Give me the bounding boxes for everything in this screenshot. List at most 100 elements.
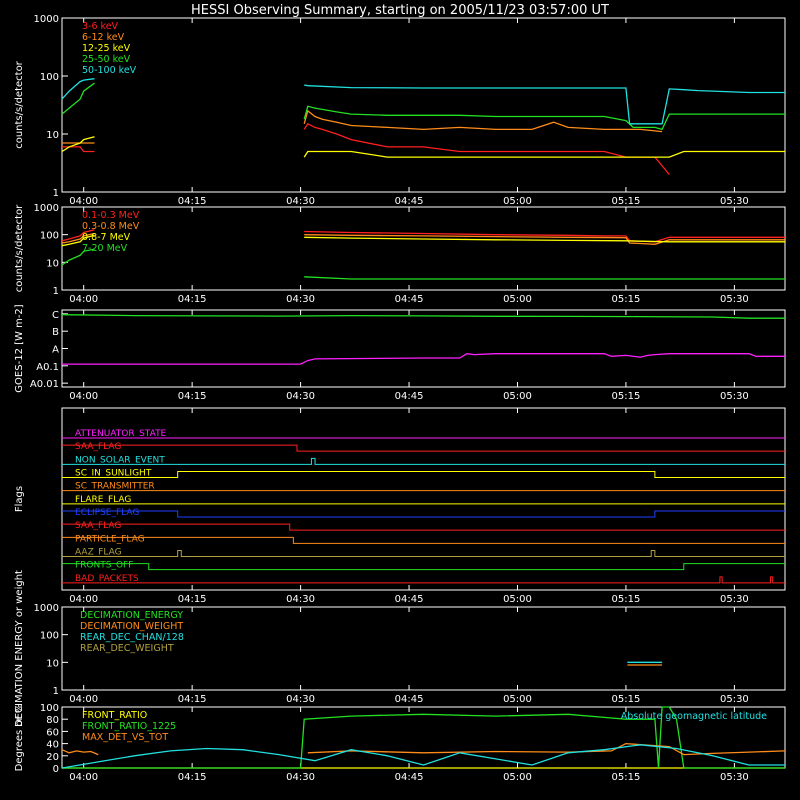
flag-line [62,563,785,571]
y-tick-label: 100 [40,72,59,83]
legend-entry: 0.8-7 MeV [82,232,131,243]
x-tick-label: 05:15 [612,196,641,207]
legend-entry: 12-25 keV [82,43,131,54]
panel-2: 04:00 04:15 04:30 04:45 05:00 05:15 05:30 1 10 10… [14,203,786,305]
flag-label: ECLIPSE_FLAG [75,508,139,518]
x-tick-label: 04:45 [395,772,424,783]
y-tick-label: 1000 [34,203,59,214]
y-axis-label: Flags [14,486,25,512]
x-tick-label: 05:15 [612,694,641,705]
y-tick-label: 100 [40,231,59,242]
y-tick-label: A0.01 [30,379,59,390]
x-tick-label: 04:00 [69,196,98,207]
x-tick-label: 04:30 [286,594,315,605]
y-tick-label: 100 [40,703,59,714]
x-tick-label: 04:15 [178,294,207,305]
x-tick-label: 05:15 [612,294,641,305]
x-tick-label: 04:45 [395,196,424,207]
x-tick-label: 05:00 [503,196,532,207]
panels: 04:00 04:15 04:30 04:45 05:00 05:15 05:3011010… [14,14,786,783]
x-tick-label: 04:15 [178,196,207,207]
hessi-summary-figure: HESSI Observing Summary, starting on 200… [14,3,786,783]
x-tick-label: 04:45 [395,294,424,305]
flag-label: SAA_FLAG [75,442,121,452]
flag-line [62,576,785,584]
series-line [62,109,663,144]
x-tick-label: 05:00 [503,594,532,605]
legend-entry: 7-20 MeV [82,243,128,254]
y-tick-label: 100 [40,631,59,642]
legend-entry: DECIMATION_ENERGY [80,610,183,621]
y-axis-label: Degrees or % [14,704,25,772]
x-tick-label: 05:00 [503,772,532,783]
y-tick-label: B [52,327,59,338]
series-line [61,314,785,319]
plot-frame [61,407,786,591]
flag-line [62,536,785,544]
x-tick-label: 04:45 [395,391,424,402]
x-tick-label: 04:00 [69,294,98,305]
flag-label: SAA_FLAG [75,521,121,531]
flag-label: SC_IN_SUNLIGHT [75,469,152,479]
y-tick-label: 1 [53,188,59,199]
y-tick-label: 60 [46,727,59,738]
flag-label: ATTENUATOR_STATE [75,429,167,439]
flag-label: AAZ_FLAG [75,548,122,558]
y-tick-label: 40 [46,740,59,751]
legend-entry: 3-6 keV [82,21,119,32]
figure-title: HESSI Observing Summary, starting on 200… [191,3,609,18]
x-tick-label: 05:30 [720,772,749,783]
x-tick-label: 04:30 [286,294,315,305]
x-tick-label: 05:15 [612,772,641,783]
flag-line [62,457,785,465]
legend-entry: REAR_DEC_WEIGHT [80,643,174,654]
x-tick-label: 04:15 [178,594,207,605]
x-tick-label: 05:15 [612,391,641,402]
flag-line [62,550,785,557]
x-tick-label: 04:30 [286,196,315,207]
x-tick-label: 05:00 [503,294,532,305]
legend-entry: REAR_DEC_CHAN/128 [80,632,184,643]
flag-label: FRONTS_OFF [75,561,133,571]
legend-entry: 0.1-0.3 MeV [82,210,140,221]
x-tick-label: 05:30 [720,594,749,605]
x-tick-label: 04:30 [286,391,315,402]
annotation: Absolute geomagnetic latitude [621,711,767,722]
y-axis-label: DECIMATION ENERGY or weight [14,570,25,727]
x-tick-label: 05:30 [720,391,749,402]
panel-4: 04:00 04:15 04:30 04:45 05:00 05:15 05:30 Flags… [14,407,786,605]
legend-entry: 25-50 keV [82,54,131,65]
x-tick-label: 04:00 [69,391,98,402]
panel-6: 04:00 04:15 04:30 04:45 05:00 05:15 05:30 02040… [14,703,786,783]
x-tick-label: 04:15 [178,391,207,402]
y-tick-label: 10 [46,130,59,141]
legend-entry: FRONT_RATIO_1225 [82,721,176,732]
legend-entry: FRONT_RATIO [82,710,147,721]
flag-line [62,523,785,531]
y-tick-label: 1 [53,286,59,297]
y-tick-label: A0.1 [36,362,59,373]
y-axis-label: GOES-12 [W m-2] [14,304,25,392]
y-tick-label: 1000 [34,603,59,614]
y-tick-label: A [52,345,59,356]
x-tick-label: 04:00 [69,694,98,705]
x-tick-label: 04:45 [395,694,424,705]
x-tick-label: 04:15 [178,772,207,783]
x-tick-label: 05:30 [720,196,749,207]
x-tick-label: 04:15 [178,694,207,705]
y-axis-label: counts/s/detector [14,204,25,292]
legend-entry: MAX_DET_VS_TOT [82,732,168,743]
x-tick-label: 05:00 [503,694,532,705]
y-tick-label: 80 [46,715,59,726]
y-tick-label: 10 [46,258,59,269]
flag-line [62,471,785,478]
x-tick-label: 04:30 [286,694,315,705]
series-line [62,353,785,365]
series-line [61,248,785,280]
y-tick-label: 10 [46,658,59,669]
series-line [61,78,785,125]
y-tick-label: 0 [53,764,59,775]
series-line [62,122,670,175]
flag-line [62,444,785,452]
flag-label: NON_SOLAR_EVENT [75,455,165,465]
